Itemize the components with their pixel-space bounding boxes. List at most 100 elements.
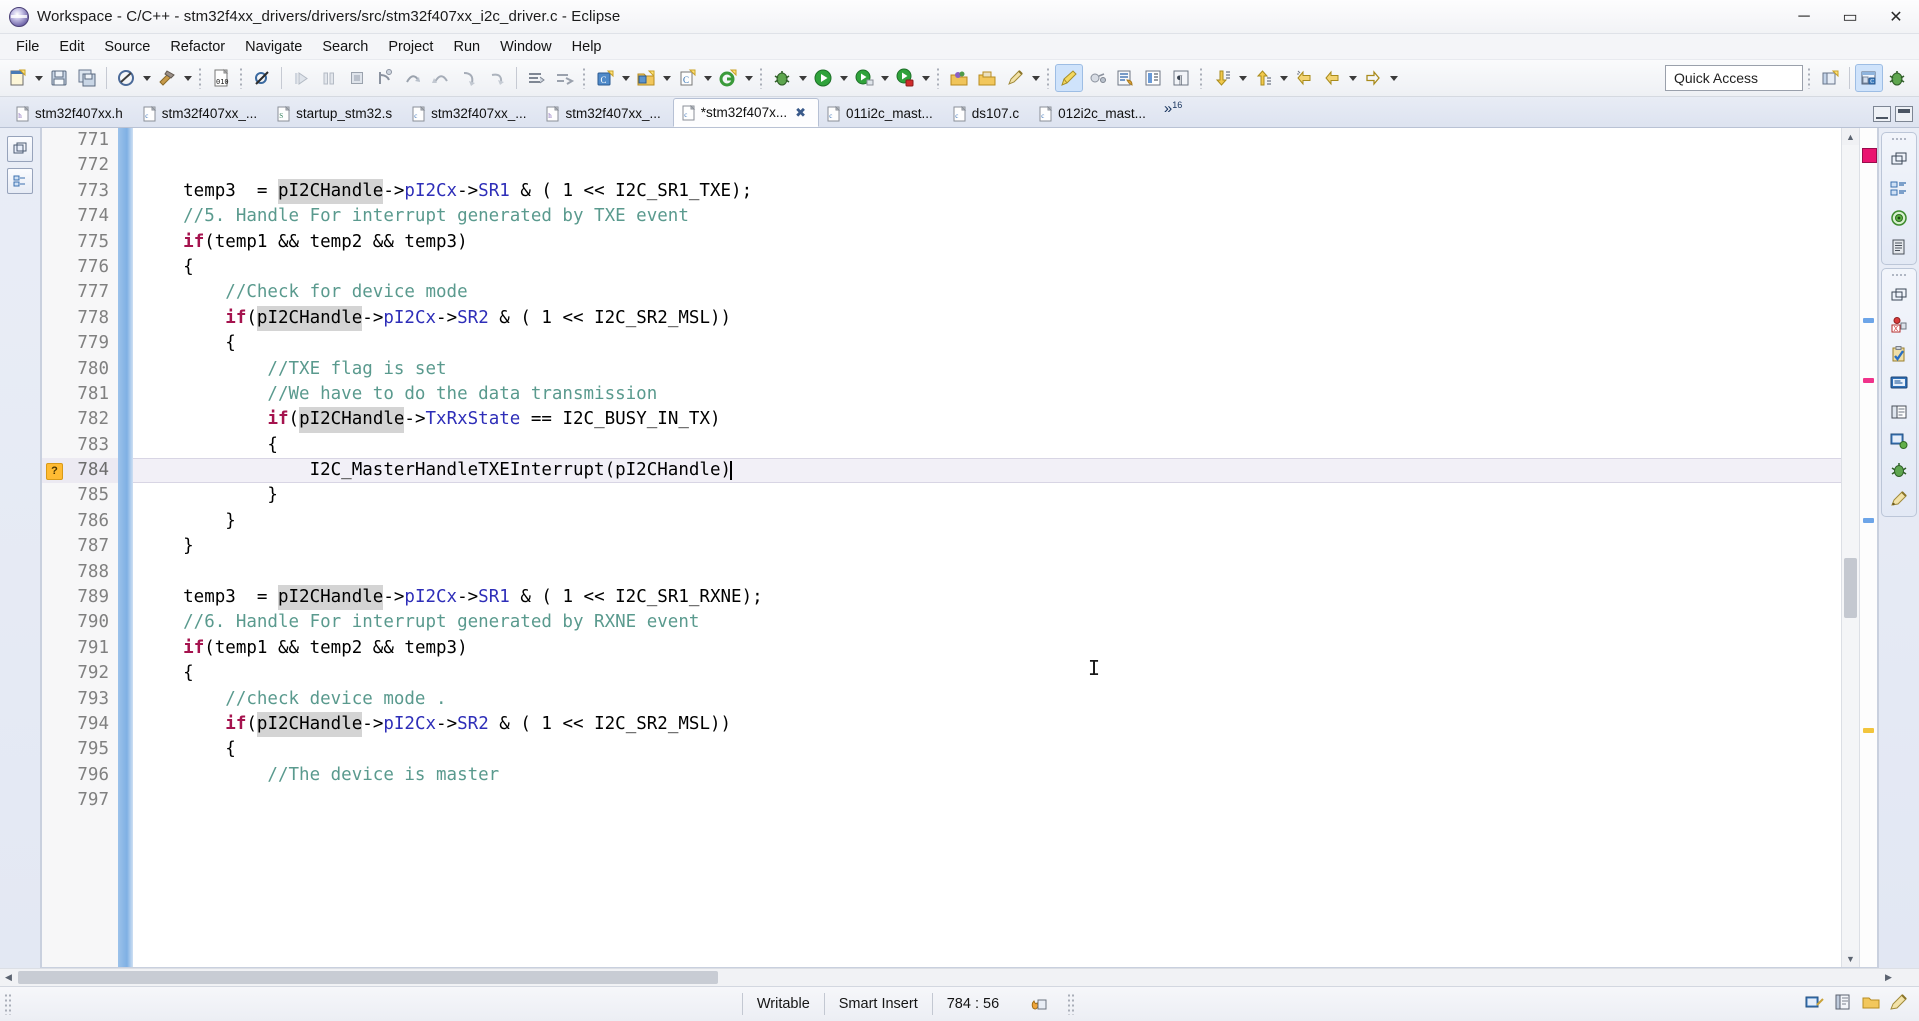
- restore-view-icon[interactable]: [1887, 285, 1911, 307]
- line-number-780[interactable]: 780: [42, 357, 118, 382]
- search-pencil-icon[interactable]: [1001, 64, 1029, 92]
- code-line-793[interactable]: //check device mode .: [133, 687, 1841, 712]
- run-external-tools-icon[interactable]: [850, 64, 878, 92]
- line-number-784[interactable]: ? 784: [42, 458, 118, 484]
- code-line-783[interactable]: {: [133, 433, 1841, 458]
- line-number-773[interactable]: 773: [42, 179, 118, 204]
- back-icon[interactable]: [1318, 64, 1346, 92]
- new-class-dropdown[interactable]: [742, 65, 755, 91]
- overview-ruler[interactable]: [1859, 128, 1877, 967]
- status-pencil-icon[interactable]: [1889, 993, 1909, 1015]
- code-canvas[interactable]: I temp3 = pI2CHandle -> pI2Cx -> SR1 & ( 1 <…: [133, 128, 1841, 967]
- open-element-icon[interactable]: [550, 64, 578, 92]
- occurrence-marker[interactable]: [1863, 318, 1874, 323]
- editor-tab-1[interactable]: c stm32f407xx_...: [135, 100, 269, 127]
- editor-tab-8[interactable]: c 012i2c_mast...: [1031, 100, 1158, 127]
- show-source-quickmenu-icon[interactable]: [1111, 64, 1139, 92]
- previous-annotation-icon[interactable]: [1249, 64, 1277, 92]
- hscroll-right-arrow[interactable]: ▶: [1880, 969, 1897, 986]
- vertical-scroll-thumb[interactable]: [1844, 558, 1857, 618]
- quick-access-input[interactable]: Quick Access: [1665, 65, 1803, 91]
- minimize-button[interactable]: ─: [1781, 0, 1827, 33]
- folding-ruler[interactable]: [118, 128, 133, 967]
- code-line-779[interactable]: {: [133, 331, 1841, 356]
- line-number-775[interactable]: 775: [42, 230, 118, 255]
- step-into-icon[interactable]: [371, 64, 399, 92]
- step-over-icon[interactable]: [399, 64, 427, 92]
- back-dropdown[interactable]: [1346, 65, 1359, 91]
- next-annotation-dropdown[interactable]: [1236, 65, 1249, 91]
- drop-to-frame-icon[interactable]: [455, 64, 483, 92]
- properties-view-icon[interactable]: [1887, 401, 1911, 423]
- run-dropdown[interactable]: [837, 65, 850, 91]
- outline-view-icon[interactable]: [1887, 178, 1911, 200]
- last-edit-location-icon[interactable]: [1290, 64, 1318, 92]
- binary-010-icon[interactable]: 010: [207, 64, 235, 92]
- build-targets-icon[interactable]: [1887, 207, 1911, 229]
- new-file-icon[interactable]: [4, 64, 32, 92]
- toggle-mark-occurrences-icon[interactable]: [1083, 64, 1111, 92]
- editor-tab-0[interactable]: h stm32f407xx.h: [8, 100, 135, 127]
- new-c-file-icon[interactable]: C: [673, 64, 701, 92]
- warning-marker-icon[interactable]: ?: [46, 463, 63, 481]
- new-c-project-icon[interactable]: C: [591, 64, 619, 92]
- code-line-775[interactable]: if (temp1 && temp2 && temp3): [133, 230, 1841, 255]
- minimize-editor-button[interactable]: [1873, 105, 1891, 122]
- maximize-editor-button[interactable]: [1895, 105, 1913, 122]
- build-all-dropdown[interactable]: [140, 65, 153, 91]
- line-number-794[interactable]: 794: [42, 712, 118, 737]
- status-pen-icon[interactable]: [1805, 993, 1825, 1015]
- new-c-folder-icon[interactable]: [632, 64, 660, 92]
- build-all-icon[interactable]: [112, 64, 140, 92]
- breakpoints-view-icon[interactable]: X: [1887, 314, 1911, 336]
- code-line-787[interactable]: }: [133, 534, 1841, 559]
- line-number-779[interactable]: 779: [42, 331, 118, 356]
- pilcrow-icon[interactable]: ¶: [1167, 64, 1195, 92]
- run-icon[interactable]: [809, 64, 837, 92]
- line-number-795[interactable]: 795: [42, 737, 118, 762]
- resume-icon[interactable]: [287, 64, 315, 92]
- code-line-795[interactable]: {: [133, 737, 1841, 762]
- save-icon[interactable]: [45, 64, 73, 92]
- line-number-778[interactable]: 778: [42, 306, 118, 331]
- editor-tab-6[interactable]: c 011i2c_mast...: [819, 100, 945, 127]
- run-last-dropdown[interactable]: [919, 65, 932, 91]
- console-view-icon[interactable]: [1887, 372, 1911, 394]
- code-line-782[interactable]: if(pI2CHandle -> TxRxState == I2C_BUSY_IN_…: [133, 407, 1841, 433]
- editor-tab-5[interactable]: c *stm32f407x... ✖: [672, 98, 819, 127]
- line-number-772[interactable]: 772: [42, 153, 118, 178]
- code-line-777[interactable]: //Check for device mode: [133, 280, 1841, 305]
- line-number-785[interactable]: 785: [42, 483, 118, 508]
- line-number-787[interactable]: 787: [42, 534, 118, 559]
- code-line-789[interactable]: temp3 = pI2CHandle -> pI2Cx -> SR1 & ( 1 << …: [133, 585, 1841, 611]
- scroll-down-arrow[interactable]: ▼: [1842, 950, 1859, 967]
- hscroll-left-arrow[interactable]: ◀: [0, 969, 17, 986]
- line-number-771[interactable]: 771: [42, 128, 118, 153]
- search-dropdown[interactable]: [1029, 65, 1042, 91]
- scroll-up-arrow[interactable]: ▲: [1842, 128, 1859, 145]
- maximize-button[interactable]: ▭: [1827, 0, 1873, 33]
- line-number-786[interactable]: 786: [42, 509, 118, 534]
- new-c-folder-dropdown[interactable]: [660, 65, 673, 91]
- open-declaration-icon[interactable]: [522, 64, 550, 92]
- smart-insert-icon[interactable]: [1013, 993, 1063, 1015]
- line-number-782[interactable]: 782: [42, 407, 118, 432]
- menu-item-window[interactable]: Window: [490, 37, 562, 57]
- step-return-icon[interactable]: [427, 64, 455, 92]
- line-number-792[interactable]: 792: [42, 661, 118, 686]
- editor-vertical-scrollbar[interactable]: ▲ ▼: [1841, 128, 1859, 967]
- code-line-797[interactable]: [133, 788, 1841, 813]
- line-number-797[interactable]: 797: [42, 788, 118, 813]
- outline-restore-icon[interactable]: [7, 168, 33, 194]
- line-number-ruler[interactable]: 771 772 773 774 775 776 777 778 779 780 781 782 783?…: [42, 128, 118, 967]
- restore-view-icon[interactable]: [1887, 149, 1911, 171]
- new-file-dropdown[interactable]: [32, 65, 45, 91]
- editor-tab-4[interactable]: h stm32f407xx_...: [538, 100, 672, 127]
- peripherals-view-icon[interactable]: [1887, 488, 1911, 510]
- menu-item-edit[interactable]: Edit: [49, 37, 94, 57]
- editor-horizontal-scrollbar[interactable]: ◀ ▶: [0, 968, 1919, 986]
- code-line-790[interactable]: //6. Handle For interrupt generated by R…: [133, 610, 1841, 635]
- debug-bug-icon[interactable]: [768, 64, 796, 92]
- warning-marker[interactable]: [1863, 728, 1874, 733]
- line-number-789[interactable]: 789: [42, 585, 118, 610]
